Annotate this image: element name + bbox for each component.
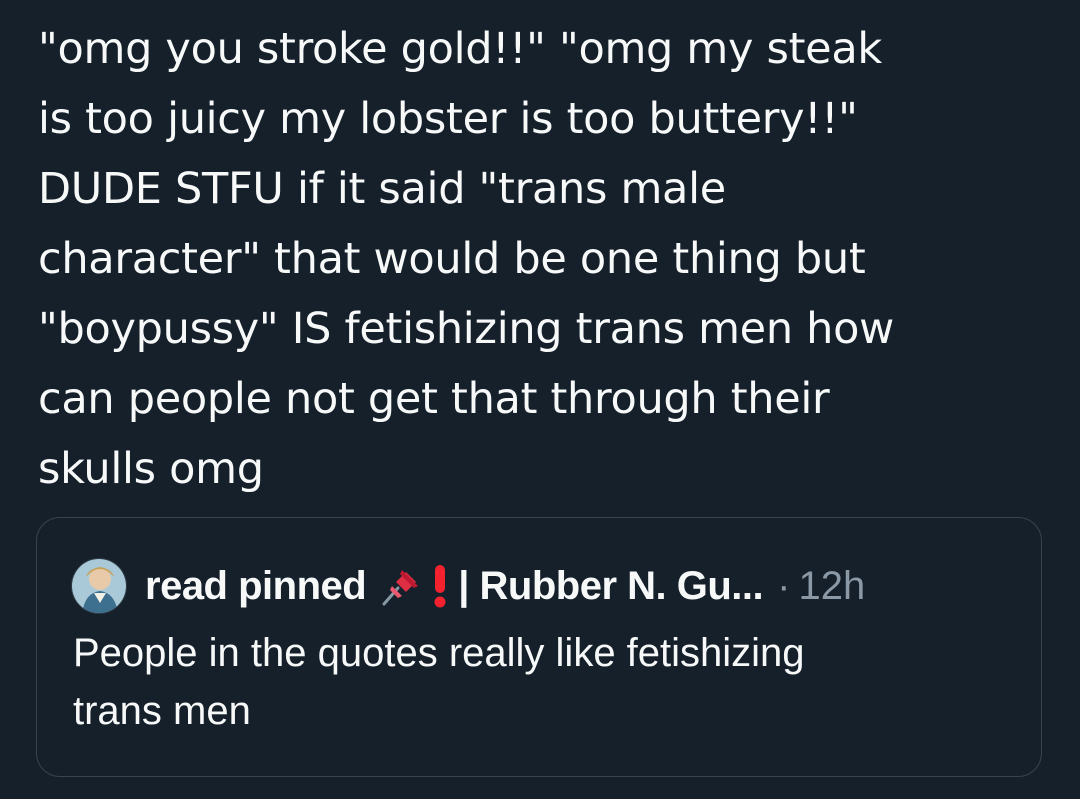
tweet-text-line: can people not get that through their xyxy=(38,374,830,424)
tweet-text-line: is too juicy my lobster is too buttery!!… xyxy=(38,94,858,144)
tweet-text-line: "boypussy" IS fetishizing trans men how xyxy=(38,304,894,354)
quoted-author-name[interactable]: read pinned xyxy=(145,564,367,609)
quoted-text-line: trans men xyxy=(73,689,251,733)
tweet-text-line: character" that would be one thing but xyxy=(38,234,866,284)
tweet-text-line: DUDE STFU if it said "trans male xyxy=(38,164,726,214)
tweet-text: "omg you stroke gold!!" "omg my steak is… xyxy=(38,14,1048,504)
exclamation-icon xyxy=(430,563,450,609)
quoted-text-line: People in the quotes really like fetishi… xyxy=(73,631,805,675)
avatar-image xyxy=(72,559,126,613)
quoted-tweet-text: People in the quotes really like fetishi… xyxy=(73,624,1013,740)
separator-dot: · xyxy=(777,563,791,608)
quoted-tweet-time[interactable]: 12h xyxy=(798,564,865,609)
quoted-tweet-card[interactable]: read pinned | Rubber N. Gu... · 12h Peop… xyxy=(36,517,1042,777)
pushpin-icon xyxy=(378,564,422,608)
tweet-text-line: "omg you stroke gold!!" "omg my steak xyxy=(38,24,882,74)
tweet-text-line: skulls omg xyxy=(38,444,264,494)
quoted-author-handle-name[interactable]: | Rubber N. Gu... xyxy=(458,564,763,609)
quoted-tweet-header: read pinned | Rubber N. Gu... · 12h xyxy=(71,558,865,614)
avatar[interactable] xyxy=(71,558,127,614)
